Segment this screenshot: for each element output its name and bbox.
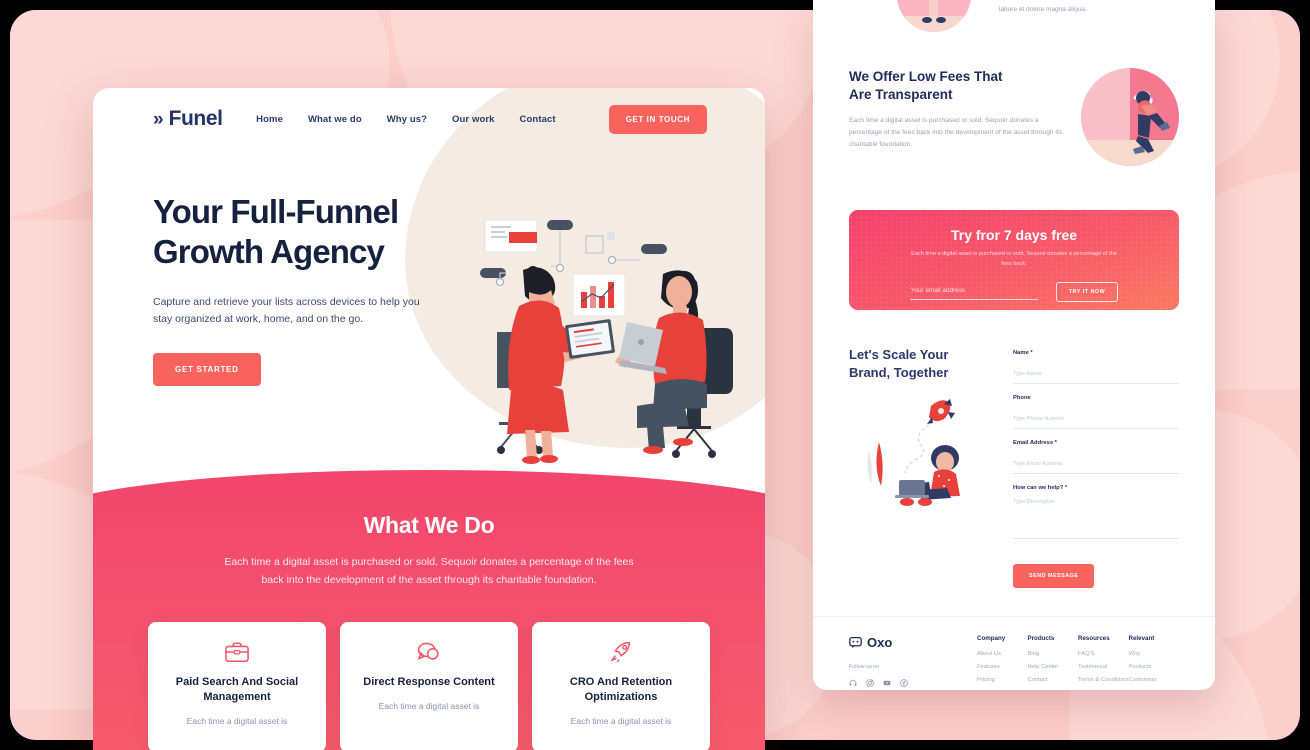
nav-link-what-we-do[interactable]: What we do <box>308 114 362 125</box>
form-group-phone: Phone <box>1013 395 1179 429</box>
form-group-description: How can we help? * <box>1013 485 1179 544</box>
service-card[interactable]: CRO And Retention Optimizations Each tim… <box>532 622 710 750</box>
footer-link[interactable]: Customers <box>1129 677 1180 683</box>
headphones-icon[interactable] <box>849 679 857 687</box>
try-free-email-input[interactable] <box>909 284 1038 300</box>
follow-label: Follow us on <box>849 664 880 670</box>
footer-column-relevant: Relevant Why Products Customers <box>1129 635 1180 690</box>
youtube-icon[interactable] <box>883 679 891 687</box>
email-field[interactable] <box>1013 459 1179 474</box>
service-card-body: Each time a digital asset is <box>378 700 480 711</box>
footer-link[interactable]: Contact <box>1028 677 1079 683</box>
what-we-do-heading: What We Do <box>363 512 495 538</box>
try-free-heading: Try fror 7 days free <box>950 227 1078 243</box>
contact-form: Name * Phone Email Address * How can we … <box>1013 346 1179 588</box>
main-navbar: » Funel Home What we do Why us? Our work… <box>93 88 765 150</box>
get-in-touch-button[interactable]: GET IN TOUCH <box>608 104 707 134</box>
footer-column-heading: Relevant <box>1128 635 1155 642</box>
main-page-panel: » Funel Home What we do Why us? Our work… <box>93 88 765 750</box>
low-fees-section: We Offer Low Fees That Are Transparent E… <box>849 68 1179 166</box>
footer-link[interactable]: Blog <box>1028 651 1079 657</box>
footer-link[interactable]: FAQ'S <box>1078 651 1129 657</box>
footer-link[interactable]: Pricing <box>977 677 1028 683</box>
screenshot-stage: labore et dolore magna aliqua. We Offer … <box>0 0 1310 750</box>
footer-column-company: Company About Us Features Pricing <box>977 635 1028 690</box>
footer-link[interactable]: Features <box>977 664 1028 670</box>
secondary-page-panel: labore et dolore magna aliqua. We Offer … <box>813 0 1215 690</box>
form-group-name: Name * <box>1013 350 1179 384</box>
description-label: How can we help? * <box>1013 485 1068 491</box>
try-free-paragraph: Each time a digital asset is purchased o… <box>911 251 1117 267</box>
footer-logo[interactable]: Oxo <box>849 635 977 650</box>
low-fees-illustration <box>1081 68 1179 166</box>
what-we-do-paragraph: Each time a digital asset is purchased o… <box>224 556 634 587</box>
low-fees-paragraph: Each time a digital asset is purchased o… <box>849 117 1062 148</box>
brand-logo[interactable]: » Funel <box>153 107 223 131</box>
email-label: Email Address * <box>1013 440 1057 446</box>
facebook-icon[interactable] <box>900 679 908 687</box>
service-card-body: Each time a digital asset is <box>186 715 288 726</box>
nav-link-our-work[interactable]: Our work <box>452 114 495 125</box>
footer-column-heading: Company <box>977 635 1006 642</box>
footer-link[interactable]: Terms & Conditions <box>1078 677 1129 683</box>
try-free-banner: Try fror 7 days free Each time a digital… <box>849 210 1179 310</box>
phone-field[interactable] <box>1013 414 1179 429</box>
scale-title: Let's Scale Your Brand, Together <box>849 347 949 381</box>
service-card[interactable]: Paid Search And Social Management Each t… <box>148 622 326 750</box>
cutoff-illustration <box>897 0 971 32</box>
social-links <box>849 679 977 687</box>
instagram-icon[interactable] <box>866 679 874 687</box>
nav-link-why-us[interactable]: Why us? <box>387 114 427 125</box>
chevrons-right-icon: » <box>153 108 164 130</box>
try-it-now-button[interactable]: TRY IT NOW <box>1055 282 1119 302</box>
footer-column-heading: Products <box>1027 635 1055 642</box>
nav-link-home[interactable]: Home <box>256 114 283 125</box>
description-field[interactable] <box>1013 497 1179 539</box>
contact-section: Let's Scale Your Brand, Together Name * … <box>849 346 1179 588</box>
footer-link-columns: Company About Us Features Pricing Produc… <box>977 635 1179 690</box>
nav-links: Home What we do Why us? Our work Contact… <box>256 104 765 134</box>
rocket-icon <box>546 640 696 666</box>
service-card[interactable]: Direct Response Content Each time a digi… <box>340 622 518 750</box>
hero-paragraph: Capture and retrieve your lists across d… <box>153 295 420 325</box>
service-card-title: Paid Search And Social Management <box>175 676 299 703</box>
what-we-do-section: What We Do Each time a digital asset is … <box>93 470 765 750</box>
low-fees-title: We Offer Low Fees That Are Transparent <box>849 69 1003 103</box>
phone-label: Phone <box>1013 395 1031 401</box>
brand-name: Funel <box>168 107 223 130</box>
footer-column-resources: Resources FAQ'S Testimonial Terms & Cond… <box>1078 635 1129 690</box>
hero-title: Your Full-Funnel Growth Agency <box>153 193 399 271</box>
footer-column-products: Products Blog Help Center Contact <box>1028 635 1079 690</box>
cutoff-text: labore et dolore magna aliqua. <box>999 6 1087 13</box>
service-card-title: CRO And Retention Optimizations <box>569 676 673 703</box>
get-started-button[interactable]: GET STARTED <box>153 353 261 387</box>
footer: Oxo Follow us on Company About Us Featur… <box>813 616 1215 690</box>
name-field[interactable] <box>1013 369 1179 384</box>
chat-bubble-icon <box>354 640 504 666</box>
service-cards: Paid Search And Social Management Each t… <box>148 622 710 750</box>
send-message-button[interactable]: SEND MESSAGE <box>1013 564 1095 588</box>
footer-link[interactable]: About Us <box>977 651 1028 657</box>
footer-link[interactable]: Testimonial <box>1078 664 1129 670</box>
service-card-body: Each time a digital asset is <box>570 715 672 726</box>
footer-brand-name: Oxo <box>867 635 893 650</box>
nav-link-contact[interactable]: Contact <box>520 114 556 125</box>
cutoff-section: labore et dolore magna aliqua. <box>849 0 1179 42</box>
scale-illustration <box>849 392 999 512</box>
service-card-title: Direct Response Content <box>363 676 495 688</box>
footer-link[interactable]: Products <box>1129 664 1180 670</box>
briefcase-icon <box>162 640 312 666</box>
footer-link[interactable]: Help Center <box>1028 664 1079 670</box>
form-group-email: Email Address * <box>1013 440 1179 474</box>
hero-illustration <box>451 210 765 490</box>
footer-link[interactable]: Why <box>1129 651 1180 657</box>
name-label: Name * <box>1013 350 1033 356</box>
hero-section: Your Full-Funnel Growth Agency Capture a… <box>93 150 765 502</box>
chat-square-icon <box>849 636 862 649</box>
footer-column-heading: Resources <box>1078 635 1110 642</box>
